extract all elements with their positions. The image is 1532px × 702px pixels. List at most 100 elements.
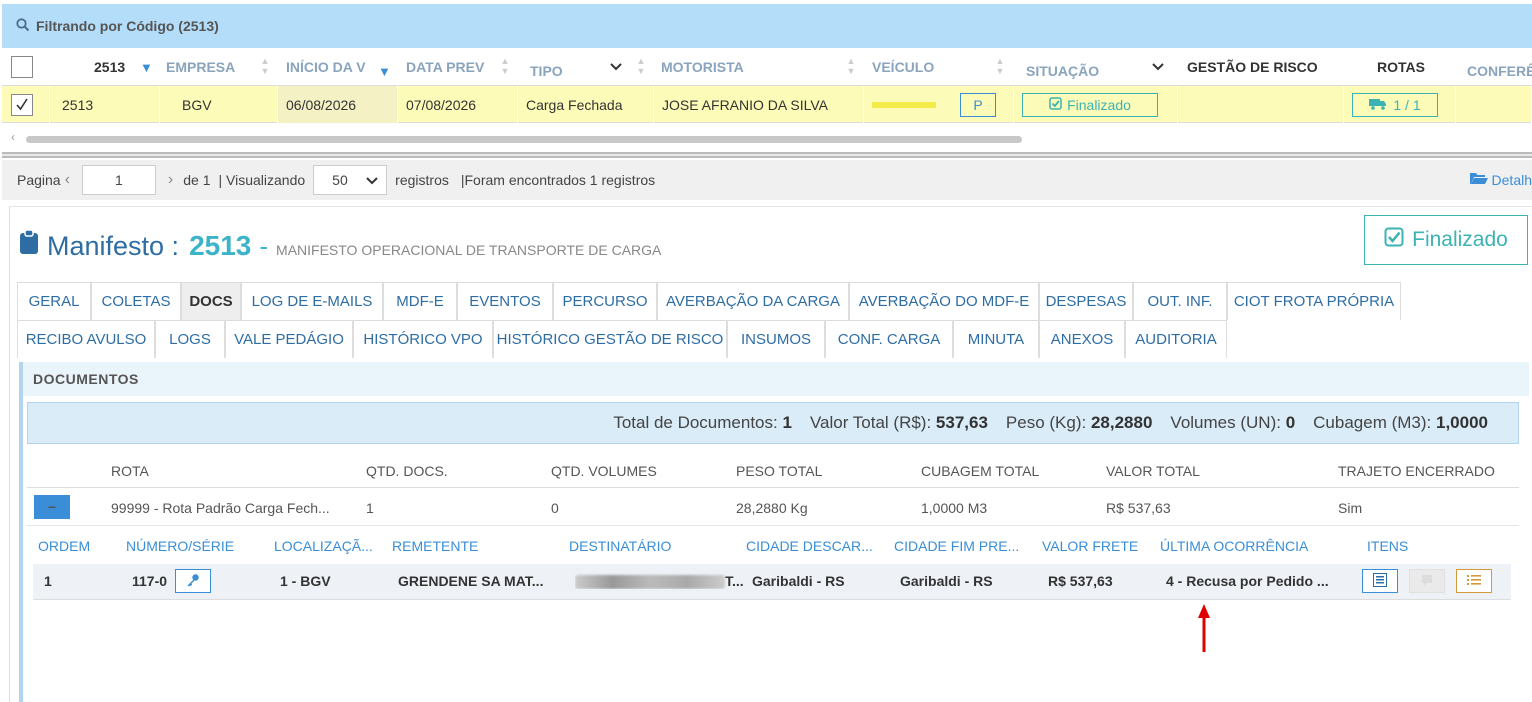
chevron-right-icon[interactable]: ›	[168, 171, 173, 189]
col-trajeto: TRAJETO ENCERRADO	[1338, 463, 1495, 479]
col-numero-serie[interactable]: NÚMERO/SÉRIE	[126, 538, 234, 554]
col-header-rotas[interactable]: ROTAS	[1377, 48, 1425, 86]
page-count: de 1	[183, 172, 211, 188]
chevron-down-icon[interactable]	[610, 48, 622, 86]
col-itens[interactable]: ITENS	[1367, 538, 1408, 554]
tab-insumos[interactable]: INSUMOS	[727, 320, 825, 358]
cubagem-label: Cubagem (M3):	[1313, 413, 1432, 432]
chevron-down-icon	[366, 172, 378, 188]
cell-data-prev: 07/08/2026	[398, 86, 518, 123]
tab-averbacao-mdfe[interactable]: AVERBAÇÃO DO MDF-E	[849, 282, 1039, 320]
col-valor-total: VALOR TOTAL	[1106, 463, 1200, 479]
collapse-button[interactable]: −	[34, 495, 70, 519]
col-header-empresa[interactable]: EMPRESA	[166, 48, 256, 86]
col-header-gestao[interactable]: GESTÃO DE RISCO	[1187, 48, 1318, 86]
horizontal-scrollbar[interactable]: ‹	[2, 128, 1532, 148]
col-localizacao[interactable]: LOCALIZAÇÃ...	[274, 538, 373, 554]
col-qtd-docs: QTD. DOCS.	[366, 463, 448, 479]
cell-confer	[1456, 86, 1532, 123]
col-destinatario[interactable]: DESTINATÁRIO	[569, 538, 671, 554]
sort-icon[interactable]: ▲ ▼	[500, 56, 510, 78]
peso-value: 28,2880	[1090, 413, 1153, 432]
tab-eventos[interactable]: EVENTOS	[457, 282, 553, 320]
items-list-button[interactable]	[1456, 569, 1492, 593]
clipboard-icon	[19, 229, 39, 261]
scroll-left-icon[interactable]: ‹	[11, 130, 15, 144]
tab-coletas[interactable]: COLETAS	[91, 282, 181, 320]
col-remetente[interactable]: REMETENTE	[392, 538, 478, 554]
sort-icon[interactable]: ▲ ▼	[636, 56, 646, 78]
redacted-destinatario	[575, 575, 725, 590]
cell-ordem: 1	[44, 573, 52, 589]
col-ordem[interactable]: ORDEM	[38, 538, 90, 554]
splitter[interactable]	[2, 152, 1532, 158]
tab-historico-vpo[interactable]: HISTÓRICO VPO	[353, 320, 493, 358]
rotas-label: 1 / 1	[1393, 96, 1421, 113]
tab-averbacao-carga[interactable]: AVERBAÇÃO DA CARGA	[657, 282, 849, 320]
chevron-left-icon[interactable]: ‹	[65, 171, 70, 189]
col-header-data-prev[interactable]: DATA PREV	[406, 48, 492, 86]
page-input[interactable]: 1	[81, 165, 156, 195]
cell-code: 2513	[52, 86, 160, 123]
tab-logs[interactable]: LOGS	[155, 320, 225, 358]
tab-geral[interactable]: GERAL	[17, 282, 91, 320]
document-row[interactable]: 1 117-0 1 - BGV GRENDENE SA MAT... T... …	[33, 564, 1511, 600]
row-checkbox[interactable]	[2, 86, 50, 123]
col-header-situacao[interactable]: SITUAÇÃO	[1026, 52, 1099, 90]
tab-auditoria[interactable]: AUDITORIA	[1125, 320, 1227, 358]
scroll-thumb[interactable]	[26, 136, 1022, 143]
detail-link-label: Detalh	[1491, 172, 1532, 188]
col-header-confer[interactable]: CONFERÊ	[1467, 52, 1532, 90]
manifesto-panel: Manifesto : 2513 - MANIFESTO OPERACIONAL…	[9, 206, 1532, 702]
rotas-button[interactable]: 1 / 1	[1352, 92, 1438, 117]
sort-desc-icon[interactable]: ▼	[140, 48, 153, 86]
select-all-checkbox[interactable]	[11, 48, 33, 86]
tab-conf-carga[interactable]: CONF. CARGA	[825, 320, 953, 358]
key-button[interactable]	[175, 569, 211, 593]
cell-localizacao: 1 - BGV	[280, 573, 331, 589]
tab-percurso[interactable]: PERCURSO	[553, 282, 657, 320]
col-header-inicio[interactable]: INÍCIO DA V	[286, 48, 370, 86]
tab-out-inf[interactable]: OUT. INF.	[1133, 282, 1227, 320]
tab-ciot-frota[interactable]: CIOT FROTA PRÓPRIA	[1227, 282, 1401, 320]
totals-bar: Total de Documentos: 1 Valor Total (R$):…	[27, 402, 1519, 444]
tab-log-emails[interactable]: LOG DE E-MAILS	[241, 282, 383, 320]
filter-active-icon[interactable]: ▼	[378, 52, 391, 90]
sort-icon[interactable]: ▲ ▼	[260, 56, 270, 78]
sort-icon[interactable]: ▲ ▼	[846, 56, 856, 78]
col-header-code[interactable]: 2513	[94, 48, 125, 86]
chevron-down-icon[interactable]	[1152, 48, 1164, 86]
tab-historico-gestao[interactable]: HISTÓRICO GESTÃO DE RISCO	[493, 320, 727, 358]
tab-docs[interactable]: DOCS	[181, 282, 241, 320]
volumes-label: Volumes (UN):	[1170, 413, 1281, 432]
col-cidade-fim[interactable]: CIDADE FIM PRE...	[894, 538, 1019, 554]
col-ultima-ocorrencia[interactable]: ÚLTIMA OCORRÊNCIA	[1160, 538, 1308, 554]
tab-mdfe[interactable]: MDF-E	[383, 282, 457, 320]
page-size-select[interactable]: 50	[313, 165, 388, 195]
found-label: |Foram encontrados 1 registros	[460, 172, 656, 188]
route-row[interactable]: − 99999 - Rota Padrão Carga Fech... 1 0 …	[27, 490, 1519, 526]
table-row[interactable]: 2513 BGV 06/08/2026 07/08/2026 Carga Fec…	[2, 86, 1532, 123]
col-header-motorista[interactable]: MOTORISTA	[661, 48, 744, 86]
col-header-veiculo[interactable]: VEÍCULO	[872, 48, 934, 86]
detail-link[interactable]: Detalh	[1469, 172, 1532, 188]
tab-minuta[interactable]: MINUTA	[953, 320, 1039, 358]
col-cidade-descarga[interactable]: CIDADE DESCAR...	[746, 538, 873, 554]
col-header-tipo[interactable]: TIPO	[530, 52, 563, 90]
comment-icon	[1421, 573, 1433, 589]
vehicle-badge[interactable]: P	[960, 92, 996, 117]
page-size-value: 50	[332, 172, 348, 188]
status-badge[interactable]: Finalizado	[1022, 92, 1158, 117]
tab-vale-pedagio[interactable]: VALE PEDÁGIO	[225, 320, 353, 358]
cell-motorista: JOSE AFRANIO DA SILVA	[654, 86, 864, 123]
col-valor-frete[interactable]: VALOR FRETE	[1042, 538, 1138, 554]
view-document-button[interactable]	[1362, 569, 1398, 593]
tab-anexos[interactable]: ANEXOS	[1039, 320, 1125, 358]
comment-button[interactable]	[1409, 569, 1445, 593]
status-finalizado-button[interactable]: Finalizado	[1364, 215, 1528, 265]
volumes-value: 0	[1285, 413, 1296, 432]
sort-icon[interactable]: ▲ ▼	[995, 56, 1005, 78]
visualizando-label: | Visualizando	[218, 172, 306, 188]
tab-recibo-avulso[interactable]: RECIBO AVULSO	[17, 320, 155, 358]
tab-despesas[interactable]: DESPESAS	[1039, 282, 1133, 320]
